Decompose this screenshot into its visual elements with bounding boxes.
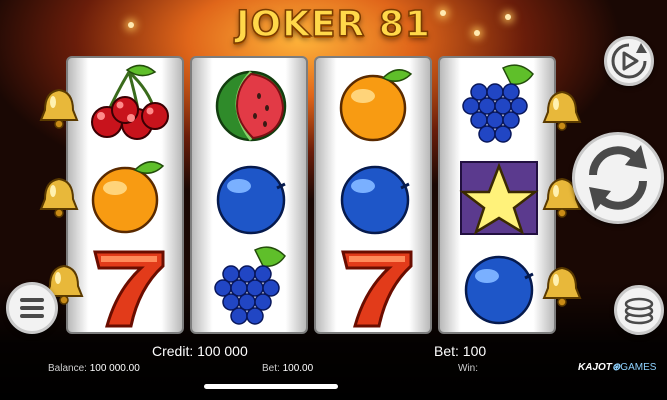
balance-label: Balance: (48, 363, 87, 374)
bet-value: 100 (462, 343, 487, 359)
credit-value: 100 000 (197, 343, 248, 359)
bet-small-label: Bet: (262, 363, 280, 374)
plum-icon (464, 255, 534, 325)
refresh-arrows-icon (589, 145, 647, 211)
autoplay-button[interactable] (604, 36, 654, 86)
plum-icon (216, 165, 286, 235)
cherries-icon (91, 64, 169, 140)
seven-icon (93, 250, 165, 328)
hamburger-icon (20, 298, 44, 318)
bell-icon (542, 90, 582, 131)
bet-label: Bet: (434, 343, 459, 359)
coin-stack-icon (624, 297, 654, 325)
reel-2 (190, 56, 308, 334)
brand-part1: KAJOT (578, 362, 612, 373)
plum-icon (340, 165, 410, 235)
brand-logo: KAJOT⊛GAMES (578, 362, 657, 373)
bet-coins-button[interactable] (614, 285, 664, 335)
win-label: Win: (458, 363, 478, 374)
balance-value: 100 000.00 (89, 363, 140, 374)
grapes-icon (462, 64, 534, 143)
orange-icon (339, 69, 413, 142)
bell-icon (39, 177, 79, 218)
spin-button[interactable] (572, 132, 664, 224)
bell-icon (39, 88, 79, 129)
credit-label: Credit: (152, 343, 194, 359)
reel-3 (314, 56, 432, 334)
watermelon-icon (215, 70, 287, 142)
orange-icon (91, 161, 165, 234)
seven-icon (341, 250, 413, 328)
home-indicator[interactable] (204, 384, 338, 389)
grapes-icon (214, 246, 286, 325)
balance-display: Balance: 100 000.00 (48, 363, 140, 374)
play-circle-icon (611, 43, 647, 79)
credit-display: Credit: 100 000 (152, 343, 248, 359)
bet-small-display: Bet: 100.00 (262, 363, 313, 374)
bet-small-value: 100.00 (282, 363, 314, 374)
game-title: JOKER 81 (235, 3, 431, 46)
bell-icon (542, 266, 582, 307)
star-icon (459, 161, 539, 235)
brand-part2: GAMES (620, 362, 657, 373)
bet-display: Bet: 100 (434, 343, 486, 359)
win-display: Win: (458, 363, 478, 374)
menu-button[interactable] (6, 282, 58, 334)
